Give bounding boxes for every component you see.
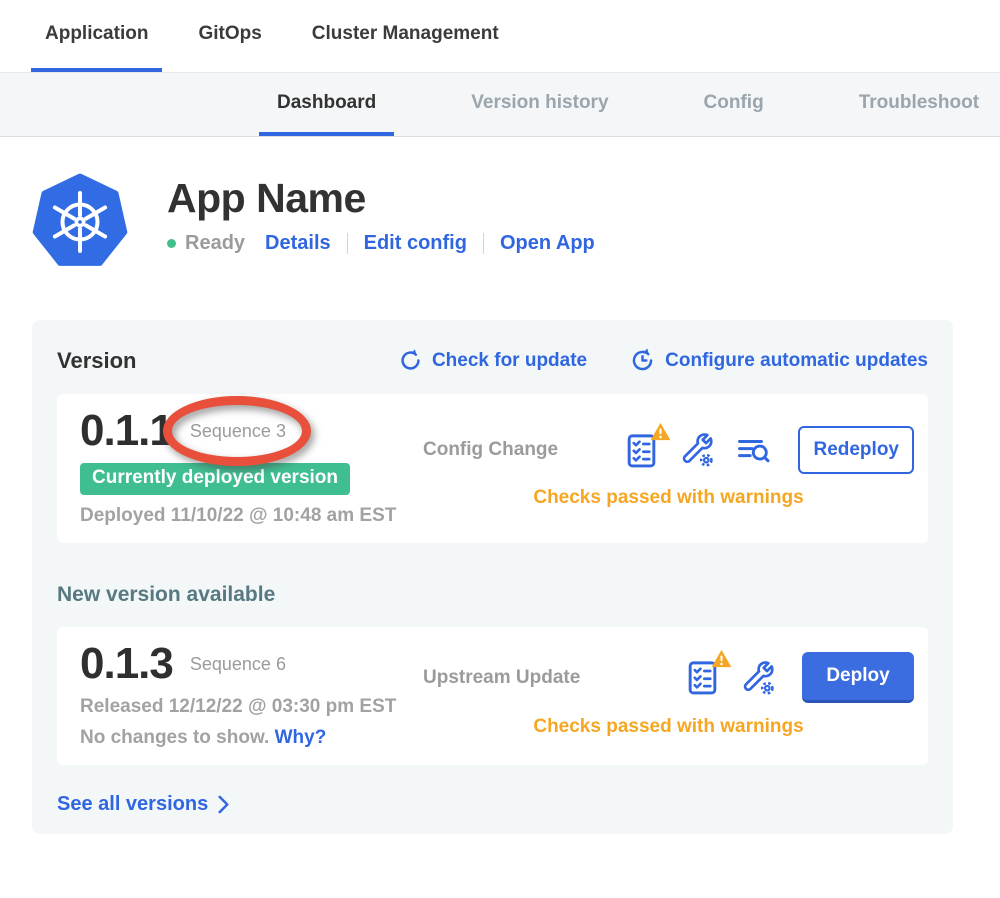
- divider: [347, 233, 348, 254]
- open-app-link[interactable]: Open App: [500, 232, 595, 255]
- released-timestamp: Released 12/12/22 @ 03:30 pm EST: [80, 696, 423, 718]
- edit-config-link[interactable]: Edit config: [364, 232, 467, 255]
- tab-troubleshoot[interactable]: Troubleshoot: [841, 73, 997, 136]
- app-header: App Name Ready Details Edit config Open …: [30, 170, 1000, 270]
- config-wrench-icon[interactable]: [679, 432, 715, 468]
- changes-note-row: No changes to show. Why?: [80, 727, 423, 749]
- see-all-versions-label: See all versions: [57, 793, 208, 816]
- current-version-card: 0.1.1 Sequence 3 Currently deployed vers…: [57, 394, 928, 543]
- current-version-sequence: Sequence 3: [190, 421, 286, 442]
- refresh-icon: [398, 348, 423, 373]
- config-wrench-icon[interactable]: [740, 660, 776, 696]
- tab-gitops-label: GitOps: [198, 23, 261, 45]
- tab-cluster-management[interactable]: Cluster Management: [298, 0, 513, 72]
- preflight-checks-icon[interactable]: [623, 432, 660, 469]
- page-title: App Name: [167, 176, 595, 221]
- new-version-heading: New version available: [57, 583, 928, 607]
- checks-status-text[interactable]: Checks passed with warnings: [423, 716, 914, 738]
- version-source-label: Config Change: [423, 439, 558, 461]
- secondary-nav: Dashboard Version history Config Trouble…: [0, 72, 1000, 137]
- configure-automatic-updates-button[interactable]: Configure automatic updates: [629, 347, 928, 374]
- tab-version-history[interactable]: Version history: [453, 73, 626, 136]
- tab-gitops[interactable]: GitOps: [184, 0, 275, 72]
- app-status-row: Ready Details Edit config Open App: [167, 232, 595, 255]
- status-badge: Ready: [185, 232, 245, 255]
- why-link[interactable]: Why?: [275, 727, 327, 748]
- see-all-versions-link[interactable]: See all versions: [57, 793, 229, 816]
- deployed-timestamp: Deployed 11/10/22 @ 10:48 am EST: [80, 505, 423, 527]
- version-source-label: Upstream Update: [423, 667, 580, 689]
- available-version-card: 0.1.3 Sequence 6 Released 12/12/22 @ 03:…: [57, 627, 928, 765]
- details-link[interactable]: Details: [265, 232, 331, 255]
- tab-config-label: Config: [704, 92, 764, 114]
- tab-config[interactable]: Config: [686, 73, 782, 136]
- configure-automatic-updates-label: Configure automatic updates: [665, 350, 928, 372]
- view-files-icon[interactable]: [734, 433, 772, 467]
- chevron-right-icon: [217, 795, 229, 814]
- ready-status-dot: [167, 239, 176, 248]
- check-for-update-label: Check for update: [432, 350, 587, 372]
- preflight-checks-icon[interactable]: [684, 659, 721, 696]
- tab-dashboard-label: Dashboard: [277, 92, 376, 114]
- checks-status-text[interactable]: Checks passed with warnings: [423, 487, 914, 509]
- version-panel-title: Version: [57, 348, 136, 374]
- changes-note: No changes to show.: [80, 727, 269, 748]
- kubernetes-logo-icon: [30, 170, 130, 270]
- tab-cluster-management-label: Cluster Management: [312, 23, 499, 45]
- primary-nav: Application GitOps Cluster Management: [0, 0, 1000, 72]
- current-version-number: 0.1.1: [80, 408, 173, 454]
- available-version-number: 0.1.3: [80, 641, 173, 687]
- deploy-button[interactable]: Deploy: [802, 652, 914, 703]
- check-for-update-button[interactable]: Check for update: [398, 348, 587, 373]
- version-panel: Version Check for update Configure autom…: [32, 320, 953, 834]
- auto-update-clock-icon: [629, 347, 656, 374]
- tab-troubleshoot-label: Troubleshoot: [859, 92, 979, 114]
- available-version-sequence: Sequence 6: [190, 654, 286, 675]
- tab-version-history-label: Version history: [471, 92, 608, 114]
- redeploy-button[interactable]: Redeploy: [798, 426, 914, 474]
- tab-application[interactable]: Application: [31, 0, 162, 72]
- tab-application-label: Application: [45, 23, 148, 45]
- tab-dashboard[interactable]: Dashboard: [259, 73, 394, 136]
- divider: [483, 233, 484, 254]
- currently-deployed-badge: Currently deployed version: [80, 463, 350, 495]
